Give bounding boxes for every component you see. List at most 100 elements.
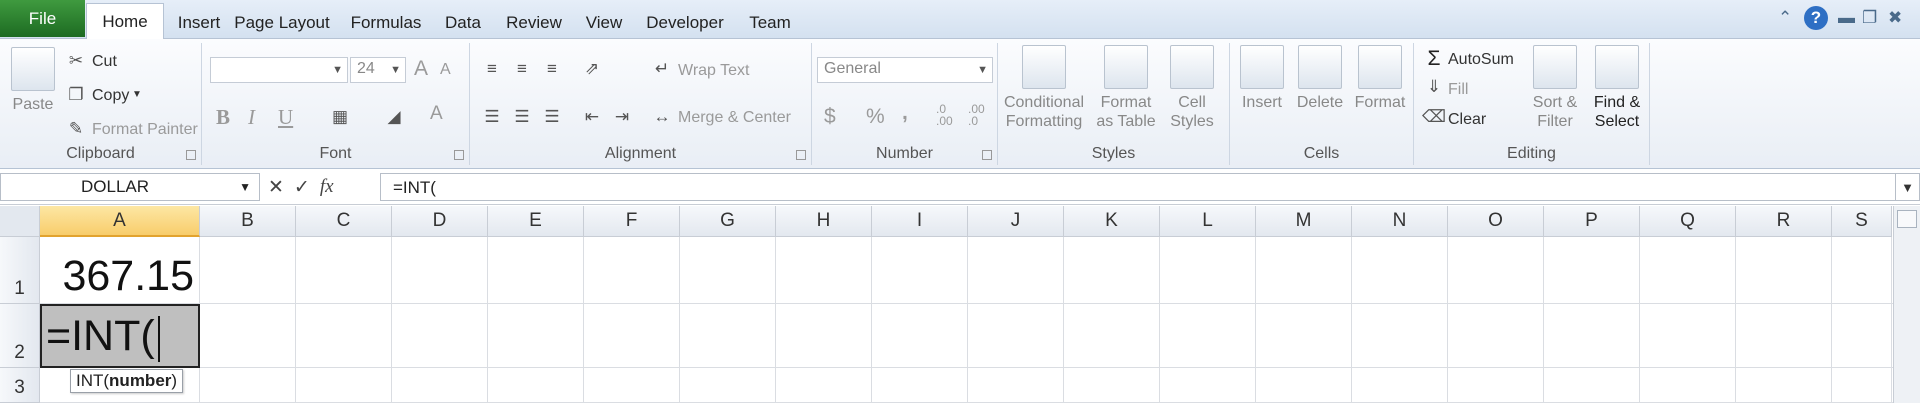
font-name-select[interactable]: ▼	[210, 57, 348, 83]
row-header-2[interactable]: 2	[0, 304, 40, 368]
column-header-r[interactable]: R	[1736, 206, 1832, 237]
italic-button[interactable]: I	[248, 105, 255, 130]
cut-button[interactable]: Cut	[92, 53, 117, 71]
shrink-font-button[interactable]: A	[440, 61, 451, 79]
select-all-corner[interactable]	[0, 206, 40, 237]
font-size-select[interactable]: 24 ▼	[350, 57, 406, 83]
comma-button[interactable]: ,	[902, 101, 908, 125]
fill-color-icon[interactable]: ◢	[382, 105, 406, 129]
sort-filter-button[interactable]: Sort & Filter	[1526, 45, 1584, 131]
chevron-down-icon[interactable]: ▼	[239, 180, 251, 194]
number-launcher-icon[interactable]	[982, 150, 992, 160]
format-painter-button[interactable]: Format Painter	[92, 121, 198, 139]
column-header-a[interactable]: A	[40, 206, 200, 237]
font-color-button[interactable]: A	[430, 103, 443, 125]
alignment-launcher-icon[interactable]	[796, 150, 806, 160]
column-header-f[interactable]: F	[584, 206, 680, 237]
cell-styles-button[interactable]: Cell Styles	[1164, 45, 1220, 131]
insert-function-button[interactable]: fx	[320, 176, 334, 198]
row-header-3[interactable]: 3	[0, 368, 40, 403]
column-header-e[interactable]: E	[488, 206, 584, 237]
expand-formula-bar-icon[interactable]: ▼	[1895, 173, 1920, 201]
percent-button[interactable]: %	[866, 105, 885, 129]
align-left-icon[interactable]: ☰	[480, 105, 504, 129]
cell-a1[interactable]: 367.15	[40, 237, 200, 303]
decrease-decimal-button[interactable]: .00 .0	[968, 103, 985, 127]
currency-button[interactable]: $	[824, 105, 836, 129]
paste-button[interactable]: Paste	[8, 47, 58, 114]
vertical-scrollbar[interactable]	[1893, 206, 1920, 403]
column-divider	[1831, 237, 1832, 403]
formula-input[interactable]: =INT(	[380, 173, 1895, 201]
autosum-button[interactable]: AutoSum	[1448, 51, 1514, 69]
column-header-m[interactable]: M	[1256, 206, 1352, 237]
align-right-icon[interactable]: ☰	[540, 105, 564, 129]
column-header-p[interactable]: P	[1544, 206, 1640, 237]
column-header-l[interactable]: L	[1160, 206, 1256, 237]
restore-window-icon[interactable]: ❐	[1862, 8, 1877, 28]
file-tab[interactable]: File	[0, 0, 85, 37]
tab-team[interactable]: Team	[744, 6, 796, 39]
tab-review[interactable]: Review	[500, 6, 568, 39]
scroll-up-icon[interactable]	[1897, 210, 1917, 228]
format-cells-button[interactable]: Format	[1352, 45, 1408, 112]
delete-cells-icon	[1298, 45, 1342, 89]
merge-center-button[interactable]: Merge & Center	[678, 109, 791, 127]
increase-decimal-button[interactable]: .0 .00	[936, 103, 953, 127]
enter-icon[interactable]: ✓	[294, 176, 310, 199]
minimize-window-icon[interactable]: ▬	[1838, 8, 1855, 28]
decrease-indent-icon[interactable]: ⇤	[580, 105, 604, 129]
font-launcher-icon[interactable]	[454, 150, 464, 160]
align-bottom-icon[interactable]: ≡	[540, 57, 564, 81]
tooltip-argument[interactable]: number	[109, 371, 171, 390]
minimize-ribbon-icon[interactable]: ⌃	[1778, 8, 1792, 28]
tab-page-layout[interactable]: Page Layout	[232, 6, 332, 39]
column-header-s[interactable]: S	[1832, 206, 1892, 237]
tab-view[interactable]: View	[582, 6, 626, 39]
align-center-icon[interactable]: ☰	[510, 105, 534, 129]
name-box[interactable]: DOLLAR ▼	[0, 173, 260, 201]
column-header-n[interactable]: N	[1352, 206, 1448, 237]
cell-a2-active[interactable]: =INT(	[40, 304, 200, 368]
copy-dropdown-icon[interactable]: ▼	[132, 89, 142, 100]
close-window-icon[interactable]: ✖	[1888, 8, 1902, 28]
clear-button[interactable]: Clear	[1448, 111, 1486, 129]
tab-formulas[interactable]: Formulas	[346, 6, 426, 39]
column-header-q[interactable]: Q	[1640, 206, 1736, 237]
underline-button[interactable]: U	[278, 105, 293, 130]
delete-cells-button[interactable]: Delete	[1294, 45, 1346, 112]
tab-developer[interactable]: Developer	[640, 6, 730, 39]
borders-icon[interactable]: ▦	[328, 105, 352, 129]
orientation-icon[interactable]: ⇗	[580, 57, 604, 81]
find-select-button[interactable]: Find & Select	[1588, 45, 1646, 131]
grow-font-button[interactable]: A	[414, 57, 428, 81]
bold-button[interactable]: B	[216, 105, 230, 130]
tab-home[interactable]: Home	[86, 3, 164, 40]
merge-center-icon: ↔	[653, 107, 671, 126]
column-header-k[interactable]: K	[1064, 206, 1160, 237]
column-header-d[interactable]: D	[392, 206, 488, 237]
column-header-c[interactable]: C	[296, 206, 392, 237]
align-top-icon[interactable]: ≡	[480, 57, 504, 81]
column-header-b[interactable]: B	[200, 206, 296, 237]
format-as-table-button[interactable]: Format as Table	[1092, 45, 1160, 131]
help-icon[interactable]: ?	[1804, 6, 1828, 30]
tab-data[interactable]: Data	[440, 6, 486, 39]
column-header-o[interactable]: O	[1448, 206, 1544, 237]
column-header-i[interactable]: I	[872, 206, 968, 237]
column-header-j[interactable]: J	[968, 206, 1064, 237]
column-header-g[interactable]: G	[680, 206, 776, 237]
row-header-1[interactable]: 1	[0, 237, 40, 304]
copy-button[interactable]: Copy	[92, 87, 129, 105]
conditional-formatting-button[interactable]: Conditional Formatting	[1002, 45, 1086, 131]
wrap-text-button[interactable]: Wrap Text	[678, 62, 749, 80]
tab-insert[interactable]: Insert	[168, 6, 230, 39]
column-header-h[interactable]: H	[776, 206, 872, 237]
number-format-select[interactable]: General ▼	[817, 57, 993, 83]
cancel-icon[interactable]: ✕	[268, 176, 284, 199]
insert-cells-button[interactable]: Insert	[1236, 45, 1288, 112]
fill-button[interactable]: Fill	[1448, 81, 1468, 99]
increase-indent-icon[interactable]: ⇥	[610, 105, 634, 129]
align-middle-icon[interactable]: ≡	[510, 57, 534, 81]
clipboard-launcher-icon[interactable]	[186, 150, 196, 160]
